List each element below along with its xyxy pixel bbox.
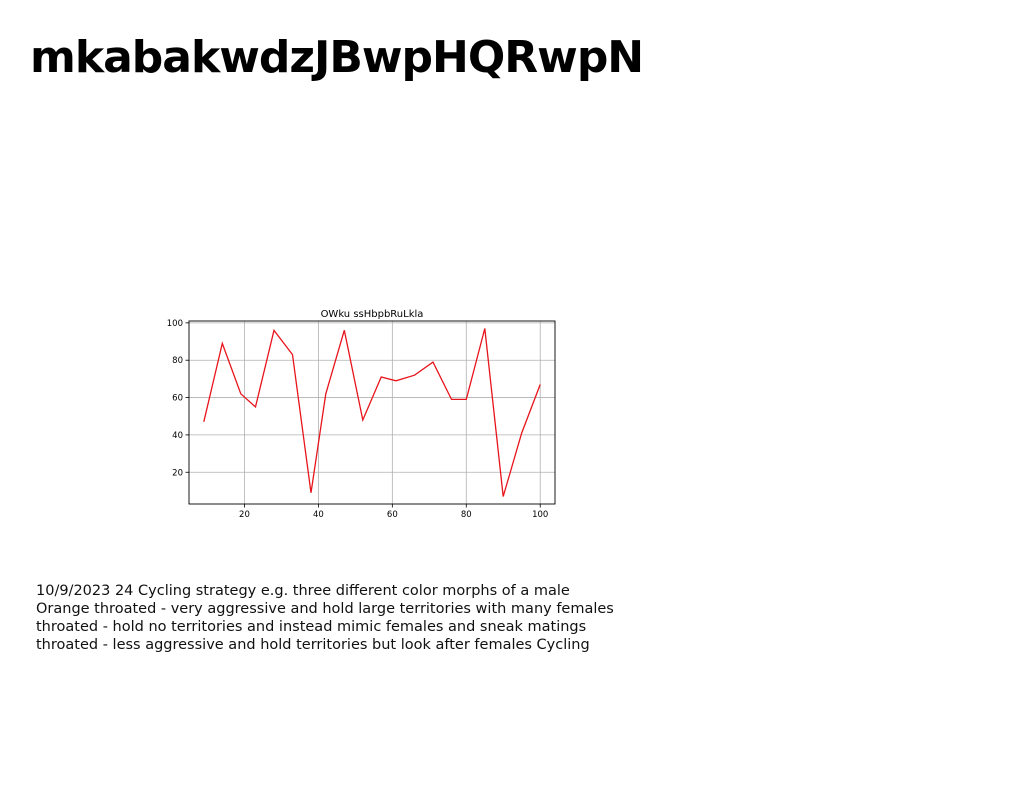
series-layer xyxy=(203,328,541,497)
line-chart: OWku ssHbpbRuLkla 20 40 60 80 100 20 40 60 80 100 xyxy=(150,302,570,524)
plot-frame xyxy=(188,320,556,505)
x-tick-label: 100 xyxy=(532,510,548,520)
grid-lines xyxy=(189,321,555,504)
page-title: mkabakwdzJBwpHQRwpN xyxy=(30,32,644,83)
body-line: Orange throated - very aggressive and ho… xyxy=(36,601,614,617)
body-text: 10/9/2023 24 Cycling strategy e.g. three… xyxy=(36,582,676,654)
y-tick-label: 80 xyxy=(172,356,183,366)
y-tick-label: 20 xyxy=(172,468,183,478)
y-tick-label: 40 xyxy=(172,431,183,441)
y-tick-label: 100 xyxy=(167,319,183,329)
body-line: throated - less aggressive and hold terr… xyxy=(36,637,590,653)
x-tick-label: 40 xyxy=(313,510,324,520)
series-line xyxy=(203,328,541,497)
chart-title: OWku ssHbpbRuLkla xyxy=(321,309,424,320)
body-line: 10/9/2023 24 Cycling strategy e.g. three… xyxy=(36,583,570,599)
x-tick-label: 80 xyxy=(461,510,472,520)
y-tick-label: 60 xyxy=(172,394,183,404)
chart-svg: OWku ssHbpbRuLkla 20 40 60 80 100 20 40 60 80 100 xyxy=(167,309,556,520)
x-tick-label: 60 xyxy=(387,510,398,520)
x-tick-label: 20 xyxy=(239,510,250,520)
body-line: throated - hold no territories and inste… xyxy=(36,619,587,635)
